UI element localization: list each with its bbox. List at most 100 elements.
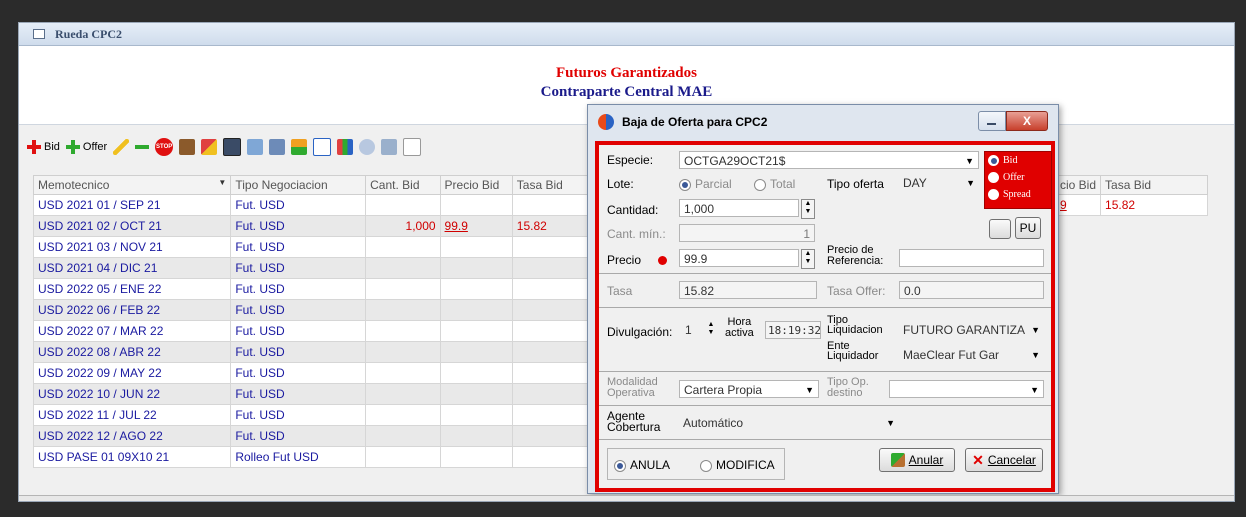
precio-bid-cell[interactable] <box>439 257 513 279</box>
tasa-bid-cell[interactable] <box>511 383 599 405</box>
pencil-button[interactable] <box>113 139 130 155</box>
memotecnico-cell[interactable]: USD 2022 05 / ENE 22 <box>32 278 232 300</box>
tasa-bid-cell[interactable] <box>511 236 599 258</box>
table-row[interactable]: USD 2022 10 / JUN 22 Fut. USD <box>32 383 599 405</box>
tipo-oferta-select[interactable]: DAY <box>899 174 979 192</box>
table-row[interactable]: USD 2021 04 / DIC 21 Fut. USD <box>32 257 599 279</box>
tipo-negociacion-cell[interactable]: Fut. USD <box>230 362 367 384</box>
cantidad-stepper[interactable]: ▲ ▼ <box>801 199 815 219</box>
tool-button-3[interactable] <box>247 139 264 155</box>
table-row[interactable]: USD 2022 09 / MAY 22 Fut. USD <box>32 362 599 384</box>
side-bid-option[interactable]: Bid <box>985 152 1051 169</box>
cant-bid-cell[interactable] <box>365 362 441 384</box>
precio-bid-cell[interactable] <box>439 341 513 363</box>
tipo-op-destino-select[interactable] <box>889 380 1044 399</box>
cant-bid-cell[interactable] <box>365 341 441 363</box>
tasa-bid-cell[interactable]: 15.82 <box>511 215 599 237</box>
anula-option[interactable]: ANULA <box>614 458 670 472</box>
cant-bid-cell[interactable] <box>365 257 441 279</box>
tool-button-7[interactable] <box>337 139 354 155</box>
especie-select[interactable]: OCTGA29OCT21$ <box>679 151 979 170</box>
tasa-bid-cell[interactable] <box>511 341 599 363</box>
table-row[interactable]: USD 2021 03 / NOV 21 Fut. USD <box>32 236 599 258</box>
cant-bid-cell[interactable] <box>365 425 441 447</box>
cant-bid-cell[interactable] <box>365 299 441 321</box>
memotecnico-cell[interactable]: USD 2021 01 / SEP 21 <box>32 194 232 216</box>
tasa-offer-input[interactable]: 0.0 <box>899 281 1044 299</box>
modifica-option[interactable]: MODIFICA <box>700 458 775 472</box>
calculator-button[interactable] <box>989 219 1011 239</box>
tool-button-6[interactable] <box>313 138 332 156</box>
tipo-negociacion-cell[interactable]: Rolleo Fut USD <box>230 446 367 468</box>
tipo-negociacion-cell[interactable]: Fut. USD <box>230 194 367 216</box>
stop-button[interactable]: STOP <box>155 138 174 156</box>
horizontal-scrollbar[interactable] <box>19 495 1234 501</box>
lote-total-option[interactable]: Total <box>754 177 795 191</box>
tasa-bid-cell[interactable] <box>511 278 599 300</box>
tipo-negociacion-cell[interactable]: Fut. USD <box>230 278 367 300</box>
column-header-memotecnico[interactable]: Memotecnico ▼ <box>32 175 232 195</box>
memotecnico-cell[interactable]: USD 2022 06 / FEB 22 <box>32 299 232 321</box>
precio-referencia-input[interactable] <box>899 249 1044 267</box>
table-row[interactable]: USD 2021 02 / OCT 21 Fut. USD 1,000 99.9 15.… <box>32 215 599 237</box>
tasa-bid-cell[interactable] <box>511 257 599 279</box>
precio-input[interactable]: 99.9 <box>679 249 799 267</box>
tasa-bid-cell[interactable] <box>511 446 599 468</box>
column-header-tasa-bid[interactable]: Tasa Bid <box>511 175 599 195</box>
cant-bid-cell[interactable] <box>365 278 441 300</box>
precio-bid-cell[interactable] <box>439 299 513 321</box>
tasa-bid-cell[interactable] <box>511 404 599 426</box>
table-row[interactable]: USD PASE 01 09X10 21 Rolleo Fut USD <box>32 446 599 468</box>
cant-bid-cell[interactable] <box>365 446 441 468</box>
cant-bid-cell[interactable]: 1,000 <box>365 215 441 237</box>
cant-bid-cell[interactable] <box>365 320 441 342</box>
tipo-negociacion-cell[interactable]: Fut. USD <box>230 320 367 342</box>
precio-bid-cell[interactable]: 9 <box>1054 194 1102 216</box>
modalidad-operativa-select[interactable]: Cartera Propia <box>679 380 819 399</box>
precio-bid-cell[interactable] <box>439 383 513 405</box>
memotecnico-cell[interactable]: USD 2022 07 / MAR 22 <box>32 320 232 342</box>
memotecnico-cell[interactable]: USD 2022 09 / MAY 22 <box>32 362 232 384</box>
divulgacion-input[interactable]: 1 <box>681 321 707 339</box>
anular-button[interactable]: Anular <box>879 448 955 472</box>
tipo-negociacion-cell[interactable]: Fut. USD <box>230 425 367 447</box>
tasa-bid-cell[interactable] <box>511 299 599 321</box>
tasa-bid-cell[interactable] <box>511 320 599 342</box>
tool-button-8[interactable] <box>359 139 376 155</box>
tipo-negociacion-cell[interactable]: Fut. USD <box>230 341 367 363</box>
memotecnico-cell[interactable]: USD 2021 03 / NOV 21 <box>32 236 232 258</box>
precio-bid-cell[interactable] <box>439 446 513 468</box>
hora-activa-input[interactable]: 18:19:32 <box>765 321 821 339</box>
side-offer-option[interactable]: Offer <box>985 169 1051 186</box>
tool-button-1[interactable] <box>179 139 196 155</box>
save-button[interactable] <box>223 138 242 156</box>
column-header-tasa-bid-right[interactable]: Tasa Bid <box>1100 175 1209 195</box>
precio-bid-cell[interactable]: 99.9 <box>439 215 513 237</box>
pu-button[interactable]: PU <box>1015 217 1041 239</box>
memotecnico-cell[interactable]: USD 2021 02 / OCT 21 <box>32 215 232 237</box>
memotecnico-cell[interactable]: USD 2022 11 / JUL 22 <box>32 404 232 426</box>
precio-bid-cell[interactable] <box>439 362 513 384</box>
table-row[interactable]: USD 2021 01 / SEP 21 Fut. USD <box>32 194 599 216</box>
offer-button[interactable]: Offer <box>65 140 107 154</box>
remove-button[interactable] <box>135 145 150 149</box>
tool-button-4[interactable] <box>269 139 286 155</box>
tasa-bid-cell[interactable] <box>511 194 599 216</box>
tasa-bid-cell[interactable]: 15.82 <box>1100 194 1209 216</box>
bid-button[interactable]: Bid <box>27 140 60 154</box>
tipo-negociacion-cell[interactable]: Fut. USD <box>230 383 367 405</box>
table-row[interactable]: USD 2022 07 / MAR 22 Fut. USD <box>32 320 599 342</box>
precio-stepper[interactable]: ▲ ▼ <box>801 249 815 269</box>
precio-bid-cell[interactable] <box>439 425 513 447</box>
precio-bid-cell[interactable] <box>439 320 513 342</box>
memotecnico-cell[interactable]: USD 2022 10 / JUN 22 <box>32 383 232 405</box>
precio-bid-cell[interactable] <box>439 278 513 300</box>
table-row[interactable]: USD 2022 12 / AGO 22 Fut. USD <box>32 425 599 447</box>
tipo-negociacion-cell[interactable]: Fut. USD <box>230 299 367 321</box>
divulgacion-stepper[interactable]: ▲ ▼ <box>705 321 717 339</box>
column-header-precio-bid[interactable]: Precio Bid <box>439 175 513 195</box>
tool-button-5[interactable] <box>291 139 308 155</box>
cant-min-input[interactable]: 1 <box>679 224 815 242</box>
memotecnico-cell[interactable]: USD PASE 01 09X10 21 <box>32 446 232 468</box>
cant-bid-cell[interactable] <box>365 383 441 405</box>
